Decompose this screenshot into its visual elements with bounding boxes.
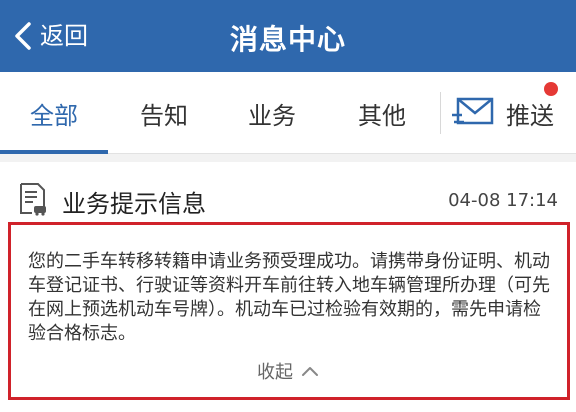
tab-business[interactable]: 业务	[248, 96, 296, 131]
tab-all[interactable]: 全部	[30, 96, 78, 131]
message-time: 04-08 17:14	[448, 190, 558, 211]
page-title: 消息中心	[229, 23, 346, 56]
collapse-label: 收起	[257, 362, 293, 383]
envelope-icon	[452, 97, 494, 125]
message-title: 业务提示信息	[62, 190, 206, 218]
tab-other[interactable]: 其他	[358, 96, 406, 131]
message-card: 业务提示信息 04-08 17:14 您的二手车转移转籍申请业务预受理成功。请携…	[0, 162, 576, 412]
collapse-button[interactable]: 收起	[0, 358, 576, 384]
active-tab-indicator	[0, 150, 108, 154]
push-label: 推送	[506, 101, 554, 130]
chevron-up-icon	[302, 367, 318, 376]
tab-notice[interactable]: 告知	[140, 96, 188, 131]
top-nav-bar: 返回 消息中心	[0, 0, 576, 72]
tab-bar: 全部 告知 业务 其他 推送	[0, 72, 576, 154]
tab-divider	[440, 92, 441, 134]
document-car-icon	[20, 183, 46, 216]
message-body: 您的二手车转移转籍申请业务预受理成功。请携带身份证明、机动车登记证书、行驶证等资…	[28, 251, 550, 344]
unread-dot	[544, 82, 558, 96]
